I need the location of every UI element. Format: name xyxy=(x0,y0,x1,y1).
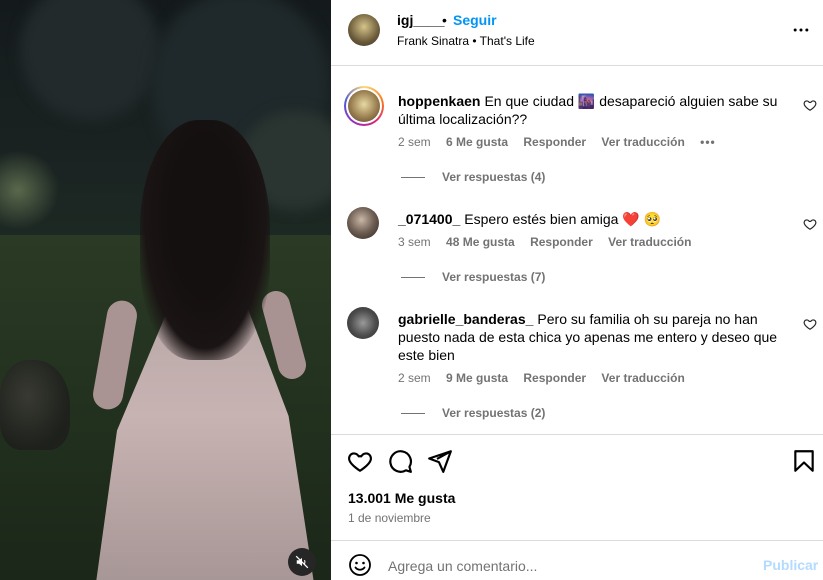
bookmark-icon[interactable] xyxy=(791,448,817,474)
reply-button[interactable]: Responder xyxy=(523,135,586,149)
heart-icon[interactable] xyxy=(803,98,817,112)
view-replies-button[interactable]: Ver respuestas (4) xyxy=(401,170,545,184)
author-avatar[interactable] xyxy=(348,14,380,46)
heart-icon[interactable] xyxy=(803,217,817,231)
comment-time[interactable]: 2 sem xyxy=(398,371,431,385)
compose-divider xyxy=(331,540,823,541)
translate-button[interactable]: Ver traducción xyxy=(601,135,684,149)
post-video[interactable] xyxy=(0,0,331,580)
separator-dot: • xyxy=(442,12,447,28)
comment-text: Espero estés bien amiga ❤️ 🥺 xyxy=(464,211,662,227)
heart-icon[interactable] xyxy=(803,317,817,331)
translate-button[interactable]: Ver traducción xyxy=(601,371,684,385)
reply-button[interactable]: Responder xyxy=(523,371,586,385)
like-heart-icon[interactable] xyxy=(347,448,373,474)
comment-meta: 2 sem 6 Me gusta Responder Ver traducció… xyxy=(398,135,728,149)
comment-options-button[interactable]: ••• xyxy=(700,135,716,149)
post-comment-button[interactable]: Publicar xyxy=(763,557,818,573)
more-horizontal-icon[interactable] xyxy=(791,20,811,40)
speaker-muted-icon xyxy=(295,555,309,569)
rock xyxy=(0,360,70,450)
comment-username[interactable]: _071400_ xyxy=(398,211,460,227)
comment-likes[interactable]: 9 Me gusta xyxy=(446,371,508,385)
view-replies-label: Ver respuestas (4) xyxy=(442,170,546,184)
audio-link[interactable]: Frank Sinatra • That's Life xyxy=(397,34,535,48)
comment-time[interactable]: 3 sem xyxy=(398,235,431,249)
comment-time[interactable]: 2 sem xyxy=(398,135,431,149)
view-replies-label: Ver respuestas (2) xyxy=(442,406,546,420)
emoji-icon[interactable] xyxy=(348,553,372,577)
reply-button[interactable]: Responder xyxy=(530,235,593,249)
post-header: igj____ • Seguir Frank Sinatra • That's … xyxy=(331,0,823,66)
comment-meta: 3 sem 48 Me gusta Responder Ver traducci… xyxy=(398,235,703,249)
actions-divider xyxy=(331,434,823,435)
comment-username[interactable]: gabrielle_banderas_ xyxy=(398,311,533,327)
mute-button[interactable] xyxy=(288,548,316,576)
comment-meta: 2 sem 9 Me gusta Responder Ver traducció… xyxy=(398,371,697,385)
post-sidebar: igj____ • Seguir Frank Sinatra • That's … xyxy=(331,0,823,580)
comment-likes[interactable]: 6 Me gusta xyxy=(446,135,508,149)
author-username[interactable]: igj____ xyxy=(397,12,444,28)
commenter-avatar[interactable] xyxy=(347,207,379,239)
background-trees xyxy=(20,0,160,120)
comment-likes[interactable]: 48 Me gusta xyxy=(446,235,515,249)
view-replies-label: Ver respuestas (7) xyxy=(442,270,546,284)
view-replies-button[interactable]: Ver respuestas (2) xyxy=(401,406,545,420)
commenter-avatar xyxy=(348,90,380,122)
share-send-icon[interactable] xyxy=(427,448,453,474)
person-hair xyxy=(140,120,270,360)
comment-username[interactable]: hoppenkaen xyxy=(398,93,480,109)
story-ring[interactable] xyxy=(344,86,384,126)
comment-bubble-icon[interactable] xyxy=(387,448,413,474)
view-replies-button[interactable]: Ver respuestas (7) xyxy=(401,270,545,284)
comment-input[interactable] xyxy=(388,556,748,576)
follow-button[interactable]: Seguir xyxy=(453,12,497,28)
post-date[interactable]: 1 de noviembre xyxy=(348,511,431,525)
commenter-avatar[interactable] xyxy=(347,307,379,339)
like-count[interactable]: 13.001 Me gusta xyxy=(348,490,455,506)
translate-button[interactable]: Ver traducción xyxy=(608,235,691,249)
garden-light xyxy=(0,150,60,230)
